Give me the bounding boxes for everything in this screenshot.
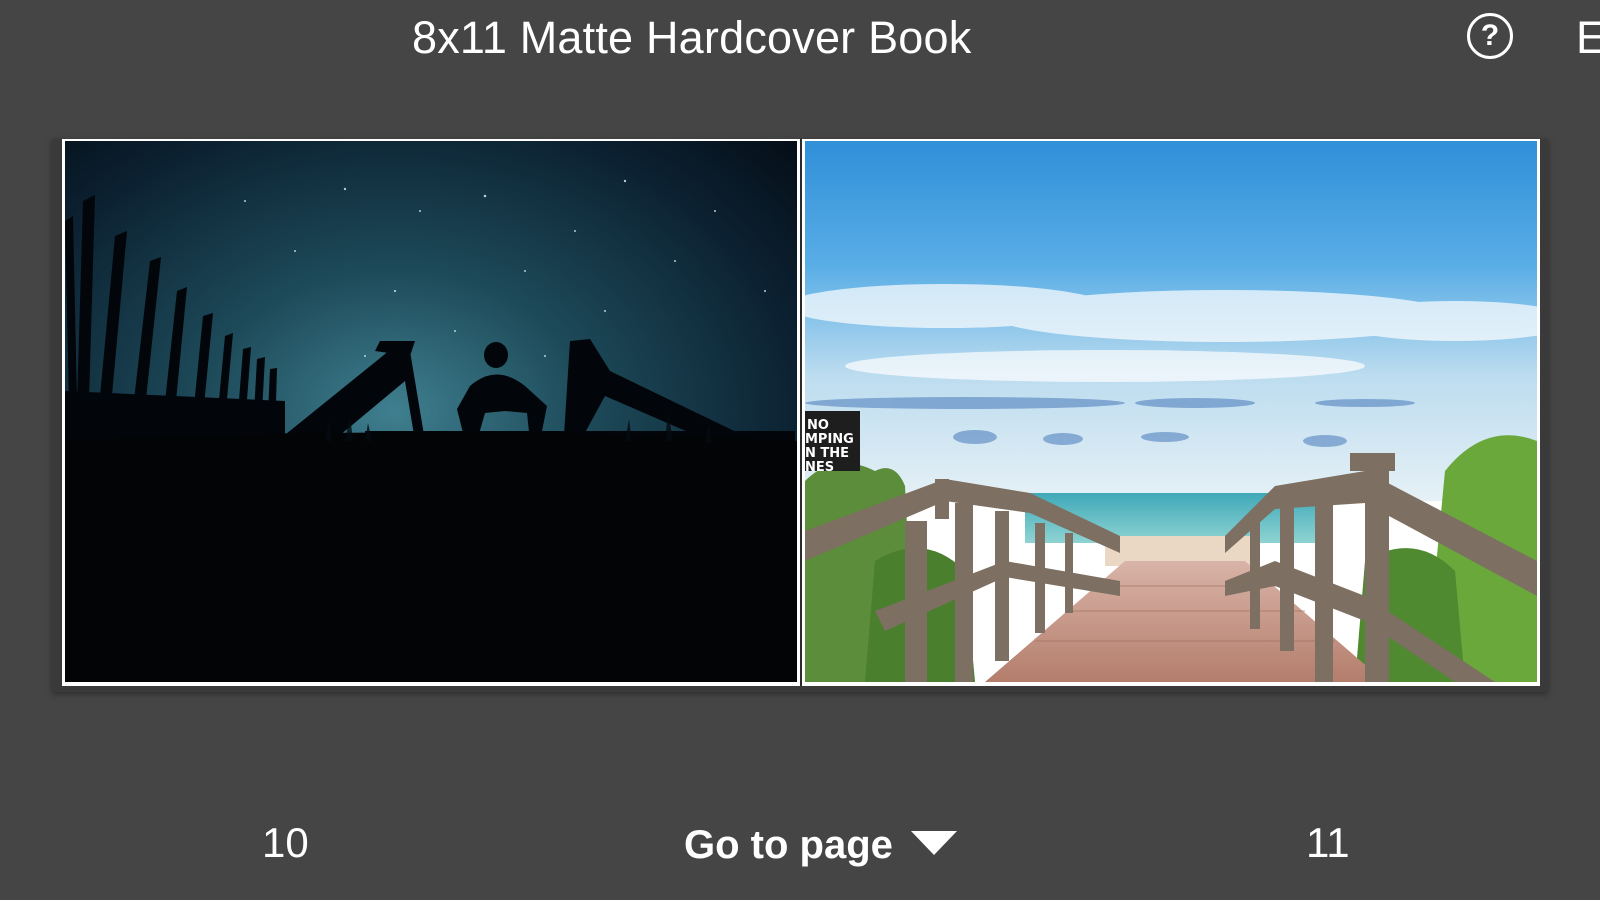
right-page[interactable]: NO MPING N THE NES — [802, 139, 1540, 686]
sign-line-1: NO — [807, 418, 829, 433]
edit-button[interactable]: E — [1576, 10, 1600, 66]
sign-line-4: NES — [805, 460, 834, 475]
beach-boardwalk-photo: NO MPING N THE NES — [805, 141, 1537, 682]
book-spread: NO MPING N THE NES — [52, 139, 1548, 692]
sign-line-3: N THE — [805, 446, 849, 461]
help-button[interactable]: ? — [1467, 13, 1513, 59]
go-to-page-label: Go to page — [684, 823, 893, 867]
night-silhouette-boardwalk-photo — [65, 141, 797, 682]
left-page-number: 10 — [262, 819, 309, 866]
page-title: 8x11 Matte Hardcover Book — [412, 12, 972, 63]
right-page-number: 11 — [1306, 819, 1350, 866]
question-circle-icon: ? — [1480, 19, 1500, 52]
caret-down-icon — [910, 831, 957, 855]
left-page[interactable] — [62, 139, 800, 686]
sign-line-2: MPING — [805, 432, 854, 447]
book-preview-screen: 8x11 Matte Hardcover Book ? E NO MPING N… — [0, 0, 1600, 900]
go-to-page-button[interactable]: Go to page — [684, 820, 957, 870]
